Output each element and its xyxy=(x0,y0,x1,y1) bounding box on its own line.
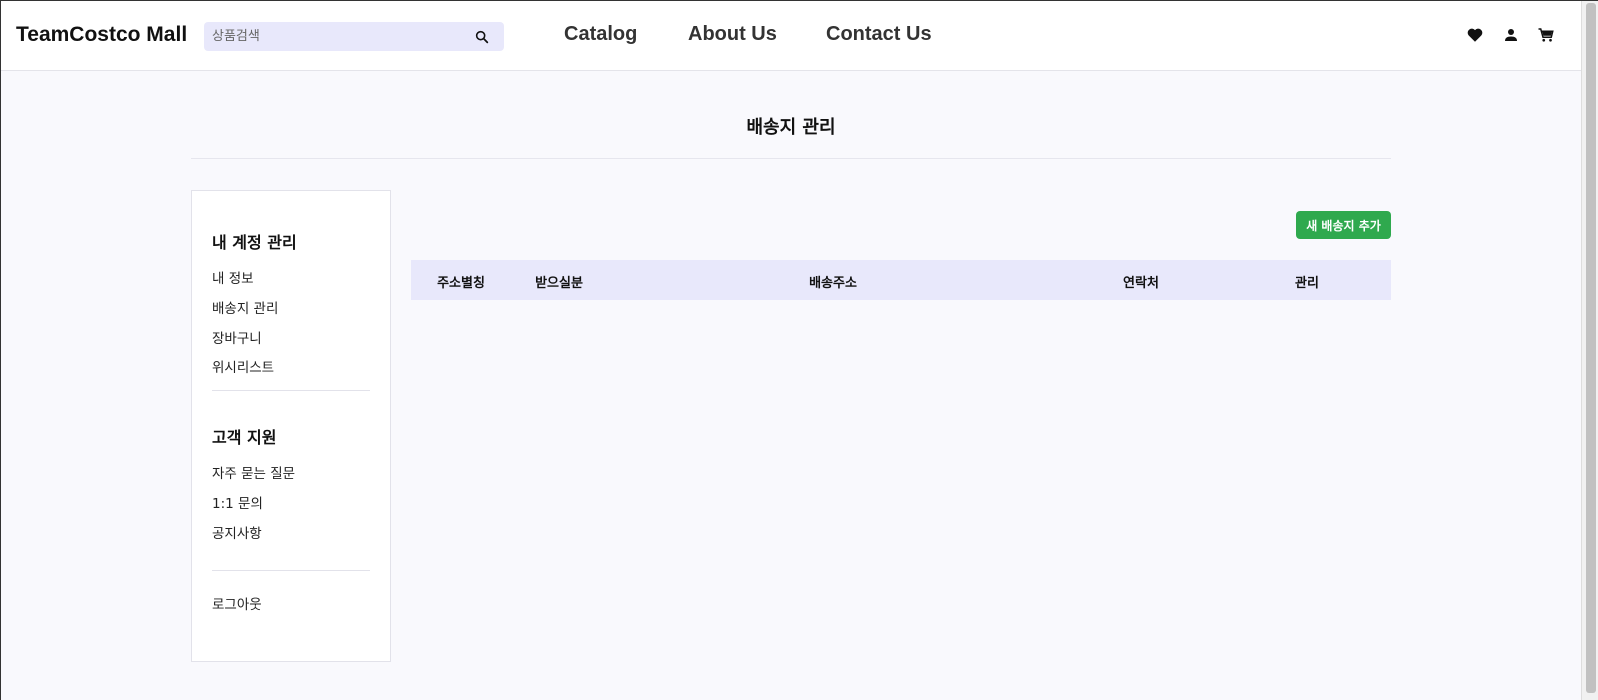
sidebar-item-addresses[interactable]: 배송지 관리 xyxy=(212,297,278,317)
search-input[interactable] xyxy=(212,22,462,51)
nav-about-us[interactable]: About Us xyxy=(688,23,777,46)
nav-catalog[interactable]: Catalog xyxy=(564,23,637,46)
search-icon[interactable] xyxy=(474,29,490,45)
account-sidebar: 내 계정 관리 내 정보 배송지 관리 장바구니 위시리스트 고객 지원 자주 … xyxy=(191,190,391,662)
column-header-recipient: 받으실분 xyxy=(535,276,583,291)
page-scrollbar[interactable] xyxy=(1581,1,1598,700)
search-box xyxy=(204,22,504,51)
nav-contact-us[interactable]: Contact Us xyxy=(826,23,932,46)
sidebar-item-faq[interactable]: 자주 묻는 질문 xyxy=(212,462,295,482)
sidebar-divider xyxy=(212,390,370,391)
sidebar-divider xyxy=(212,570,370,571)
sidebar-item-my-info[interactable]: 내 정보 xyxy=(212,267,254,287)
page-title: 배송지 관리 xyxy=(746,117,836,138)
logout-link[interactable]: 로그아웃 xyxy=(212,593,262,613)
column-header-address: 배송주소 xyxy=(809,276,857,291)
user-icon[interactable] xyxy=(1502,26,1520,44)
add-address-button[interactable]: 새 배송지 추가 xyxy=(1296,211,1391,239)
account-section-title: 내 계정 관리 xyxy=(212,233,297,252)
column-header-phone: 연락처 xyxy=(1123,276,1159,291)
address-table-header: 주소별칭 받으실분 배송주소 연락처 관리 xyxy=(411,260,1391,300)
sidebar-item-wishlist[interactable]: 위시리스트 xyxy=(212,356,274,376)
scrollbar-thumb[interactable] xyxy=(1586,3,1596,693)
brand-logo[interactable]: TeamCostco Mall xyxy=(16,23,187,47)
heart-icon[interactable] xyxy=(1466,26,1484,44)
cart-icon[interactable] xyxy=(1537,26,1555,44)
sidebar-item-cart[interactable]: 장바구니 xyxy=(212,327,262,347)
column-header-manage: 관리 xyxy=(1295,276,1319,291)
top-header: TeamCostco Mall Catalog About Us Contact… xyxy=(1,1,1581,71)
column-header-alias: 주소별칭 xyxy=(437,276,485,291)
support-section-title: 고객 지원 xyxy=(212,428,277,447)
sidebar-item-inquiry[interactable]: 1:1 문의 xyxy=(212,492,263,512)
sidebar-item-notices[interactable]: 공지사항 xyxy=(212,522,262,542)
title-divider xyxy=(191,158,1391,159)
